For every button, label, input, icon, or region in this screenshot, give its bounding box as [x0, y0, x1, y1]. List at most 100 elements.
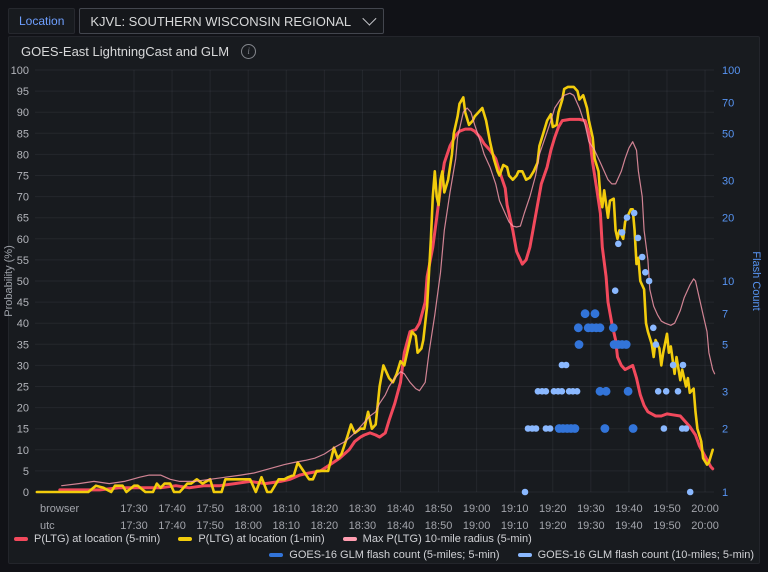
legend-swatch-icon — [343, 537, 357, 541]
y-left-tick-label: 15 — [17, 424, 29, 436]
series-point-4 — [615, 241, 622, 248]
legend-label: P(LTG) at location (5-min) — [34, 533, 160, 545]
x-tick-label: 18:20 — [311, 503, 339, 515]
location-dropdown[interactable]: KJVL: SOUTHERN WISCONSIN REGIONAL — [79, 8, 384, 34]
chart-legend: P(LTG) at location (5-min) P(LTG) at loca… — [14, 531, 754, 563]
x-tick-label: 19:10 — [501, 503, 529, 515]
legend-item[interactable]: P(LTG) at location (1-min) — [178, 533, 324, 545]
legend-swatch-icon — [14, 537, 28, 541]
legend-label: P(LTG) at location (1-min) — [198, 533, 324, 545]
y-right-tick-label: 5 — [722, 340, 728, 352]
location-dropdown-value: KJVL: SOUTHERN WISCONSIN REGIONAL — [90, 14, 351, 29]
legend-row-lines: P(LTG) at location (5-min) P(LTG) at loca… — [14, 531, 754, 547]
x-tick-label: 17:50 — [196, 503, 224, 515]
series-point-3 — [574, 323, 583, 332]
series-point-4 — [574, 388, 581, 395]
series-point-4 — [624, 214, 631, 221]
series-point-3 — [624, 387, 633, 396]
x-tick-label: 18:40 — [387, 503, 415, 515]
series-point-4 — [533, 425, 540, 432]
y-left-tick-label: 25 — [17, 382, 29, 394]
legend-item[interactable]: Max P(LTG) 10-mile radius (5-min) — [343, 533, 532, 545]
y-left-tick-label: 55 — [17, 255, 29, 267]
series-point-4 — [635, 235, 642, 242]
info-icon[interactable]: i — [241, 44, 256, 59]
legend-label: GOES-16 GLM flash count (10-miles; 5-min… — [538, 549, 754, 561]
series-line-0 — [60, 119, 713, 490]
panel-title: GOES-East LightningCast and GLM — [21, 44, 229, 59]
x-tick-label: 19:00 — [463, 503, 491, 515]
y-left-tick-label: 0 — [23, 487, 29, 499]
series-point-3 — [571, 424, 580, 433]
series-point-4 — [631, 210, 638, 217]
series-point-4 — [680, 362, 687, 369]
x-tick-label: 18:30 — [349, 503, 377, 515]
series-point-3 — [596, 323, 605, 332]
x-axis-row-label: browser — [40, 503, 79, 515]
legend-label: GOES-16 GLM flash count (5-miles; 5-min) — [289, 549, 499, 561]
series-point-4 — [653, 341, 660, 348]
series-point-4 — [559, 388, 566, 395]
y-right-axis-title: Flash Count — [750, 251, 762, 310]
y-left-tick-label: 20 — [17, 403, 29, 415]
series-point-3 — [591, 309, 600, 318]
x-tick-label: 19:20 — [539, 503, 567, 515]
y-left-tick-label: 95 — [17, 86, 29, 98]
series-point-4 — [646, 278, 653, 285]
y-left-tick-label: 50 — [17, 276, 29, 288]
legend-item[interactable]: GOES-16 GLM flash count (5-miles; 5-min) — [269, 549, 499, 561]
location-variable-label: Location — [8, 8, 75, 34]
series-point-4 — [655, 388, 662, 395]
series-point-4 — [670, 362, 677, 369]
legend-item[interactable]: P(LTG) at location (5-min) — [14, 533, 160, 545]
y-left-axis-title: Probability (%) — [3, 245, 15, 317]
x-tick-label: 18:50 — [425, 503, 453, 515]
series-point-3 — [629, 424, 638, 433]
series-point-4 — [642, 269, 649, 276]
x-tick-label: 18:10 — [273, 503, 301, 515]
series-point-4 — [522, 489, 529, 496]
x-tick-label: 20:00 — [691, 503, 719, 515]
panel-header[interactable]: GOES-East LightningCast and GLM i — [9, 37, 759, 59]
y-right-tick-label: 30 — [722, 175, 734, 187]
series-point-3 — [581, 309, 590, 318]
chart-canvas[interactable]: 0510152025303540455055606570758085909510… — [0, 60, 768, 532]
x-tick-label: 17:40 — [158, 503, 186, 515]
y-left-tick-label: 35 — [17, 339, 29, 351]
y-right-tick-label: 1 — [722, 487, 728, 499]
y-left-tick-label: 90 — [17, 107, 29, 119]
y-right-tick-label: 7 — [722, 309, 728, 321]
series-point-4 — [619, 229, 626, 236]
series-point-3 — [609, 323, 618, 332]
y-left-tick-label: 70 — [17, 192, 29, 204]
series-point-3 — [602, 387, 611, 396]
legend-row-scatter: GOES-16 GLM flash count (5-miles; 5-min)… — [14, 547, 754, 563]
y-right-tick-label: 100 — [722, 65, 740, 77]
y-left-tick-label: 75 — [17, 171, 29, 183]
x-tick-label: 19:30 — [577, 503, 605, 515]
y-right-tick-label: 10 — [722, 276, 734, 288]
x-tick-label: 19:40 — [615, 503, 643, 515]
y-left-tick-label: 100 — [11, 65, 29, 77]
y-right-tick-label: 2 — [722, 423, 728, 435]
dashboard-variable-bar: Location KJVL: SOUTHERN WISCONSIN REGION… — [8, 8, 384, 34]
series-point-3 — [622, 340, 631, 349]
series-point-4 — [661, 425, 668, 432]
legend-swatch-icon — [269, 553, 283, 557]
y-left-tick-label: 85 — [17, 128, 29, 140]
y-left-tick-label: 10 — [17, 445, 29, 457]
legend-label: Max P(LTG) 10-mile radius (5-min) — [363, 533, 532, 545]
series-point-4 — [663, 388, 670, 395]
series-point-4 — [547, 425, 554, 432]
x-tick-label: 17:30 — [120, 503, 148, 515]
series-point-4 — [683, 425, 690, 432]
legend-item[interactable]: GOES-16 GLM flash count (10-miles; 5-min… — [518, 549, 754, 561]
y-left-tick-label: 45 — [17, 297, 29, 309]
y-left-tick-label: 60 — [17, 234, 29, 246]
series-point-4 — [639, 254, 646, 261]
series-line-1 — [37, 87, 713, 492]
legend-swatch-icon — [518, 553, 532, 557]
chevron-down-icon — [362, 11, 376, 25]
y-left-tick-label: 30 — [17, 360, 29, 372]
y-right-tick-label: 70 — [722, 98, 734, 110]
